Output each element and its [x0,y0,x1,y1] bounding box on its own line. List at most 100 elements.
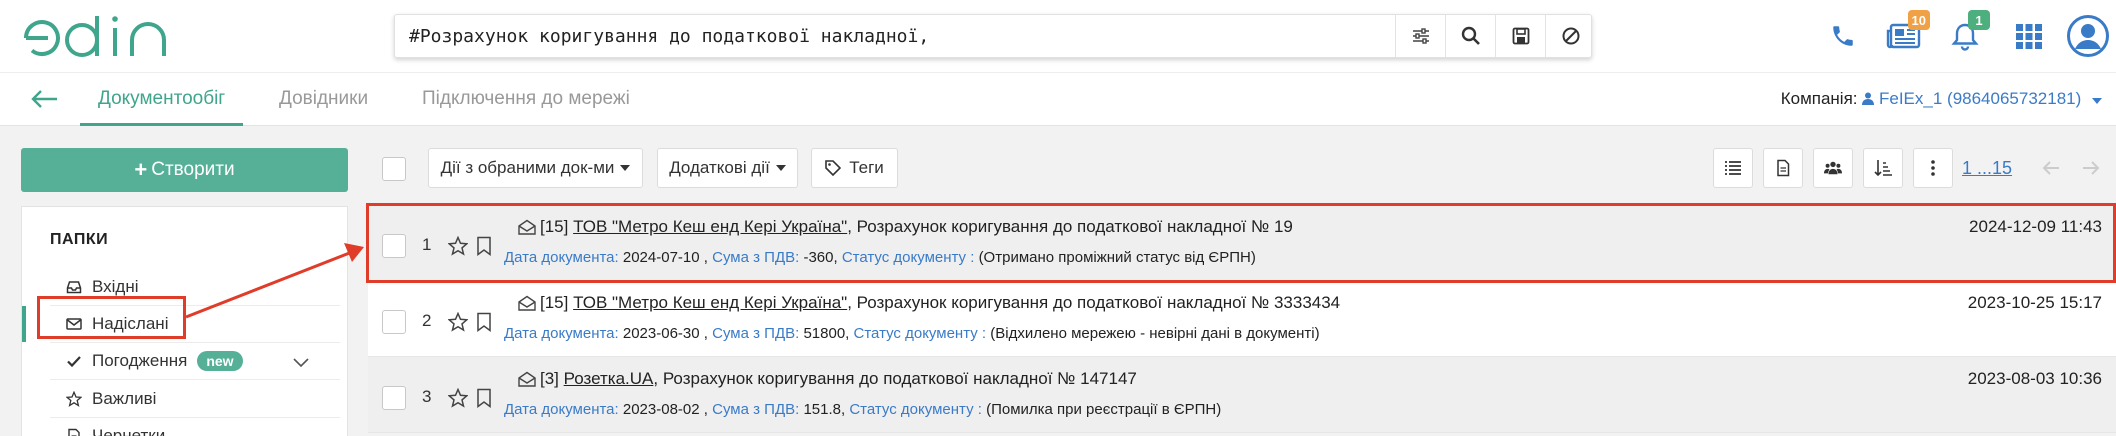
caret-down-icon [620,165,631,171]
bookmark-icon[interactable] [476,312,492,332]
sort-button[interactable] [1863,148,1903,188]
grid-icon [2016,24,2042,49]
folder-inbox[interactable]: Вхідні [22,269,347,305]
folder-label: Вхідні [92,277,139,296]
status-label: Статус документу : [853,325,987,342]
next-page-button[interactable] [2071,148,2111,188]
create-button[interactable]: + Створити [21,148,348,192]
table-row[interactable]: 1 [15] ТОВ "Метро Кеш енд Кері Україна",… [368,205,2116,281]
apps-button[interactable] [2012,14,2046,58]
star-icon[interactable] [448,312,468,332]
document-view-button[interactable] [1763,148,1803,188]
folders-title: ПАПКИ [50,231,109,248]
user-menu-button[interactable] [2066,14,2110,58]
list-view-button[interactable] [1713,148,1753,188]
document-icon [1777,159,1790,177]
prev-page-button[interactable] [2031,148,2071,188]
tags-button[interactable]: Теги [811,148,898,188]
star-icon [66,391,82,407]
save-icon [1512,27,1529,45]
company-value: FeIEx_1 (9864065732181) [1879,89,2082,108]
clear-search-button[interactable] [1545,15,1595,57]
search-input[interactable] [409,15,1389,57]
row-checkbox[interactable] [382,386,406,410]
status-label: Статус документу : [841,249,975,266]
caret-down-icon [775,165,786,171]
row-checkbox[interactable] [382,310,406,334]
bookmark-icon[interactable] [476,388,492,408]
folder-drafts[interactable]: Чернетки [22,418,347,436]
counterparty-link[interactable]: ТОВ "Метро Кеш енд Кері Україна" [573,217,847,236]
date-value: 2024-07-10 , [622,249,708,266]
sum-label: Сума з ПДВ: [712,249,800,266]
search-button[interactable] [1445,15,1495,57]
sum-value: -360, [803,249,838,266]
row-checkbox[interactable] [382,234,406,258]
folder-important[interactable]: Важливі [22,381,347,417]
news-button[interactable]: 10 [1886,10,1930,58]
chevron-down-icon[interactable] [293,354,309,370]
select-all-checkbox[interactable] [382,157,406,181]
table-row[interactable]: 3 [3] Розетка.UA, Розрахунок коригування… [368,357,2116,433]
draft-icon [68,428,80,436]
news-count-badge: 10 [1907,10,1930,30]
group-view-button[interactable] [1813,148,1853,188]
row-number: 2 [422,311,432,330]
tags-label: Теги [849,158,884,177]
folder-sent[interactable]: Надіслані [22,306,347,342]
bulk-actions-dropdown[interactable]: Дії з обраними док-ми [428,148,643,188]
document-title[interactable]: [3] Розетка.UA, Розрахунок коригування д… [540,369,1137,389]
notifications-count-badge: 1 [1968,10,1990,30]
document-title[interactable]: [15] ТОВ "Метро Кеш енд Кері Україна", Р… [540,293,1340,313]
extra-actions-label: Додаткові дії [669,158,770,177]
date-label: Дата документа: [504,325,619,342]
document-count: [15] [540,293,569,312]
list-icon [1725,161,1741,175]
row-timestamp: 2024-12-09 11:43 [1969,217,2102,236]
bookmark-icon[interactable] [476,236,492,256]
sum-value: 51800, [803,325,850,342]
more-options-button[interactable] [1913,148,1953,188]
document-meta: Дата документа: 2024-07-10 , Сума з ПДВ:… [504,249,1256,266]
create-button-label: Створити [151,159,235,180]
tab-document-flow[interactable]: Документообіг [80,73,244,126]
company-dropdown[interactable]: FeIEx_1 (9864065732181) [1862,89,2102,108]
save-search-button[interactable] [1495,15,1545,57]
more-vertical-icon [1931,160,1935,176]
back-arrow-icon[interactable] [30,87,60,111]
document-title[interactable]: [15] ТОВ "Метро Кеш енд Кері Україна", Р… [540,217,1293,237]
pagination-indicator[interactable]: 1 ...15 [1962,148,2012,188]
user-small-icon [1862,92,1875,105]
sort-icon [1874,160,1892,177]
date-label: Дата документа: [504,401,619,418]
check-icon [67,356,81,368]
document-type: , Розрахунок коригування до податкової н… [653,369,1137,388]
edin-logo[interactable] [22,14,182,60]
bulk-actions-label: Дії з обраними док-ми [440,158,615,177]
new-badge: new [197,351,243,371]
star-icon[interactable] [448,236,468,256]
status-label: Статус документу : [849,401,982,418]
star-icon[interactable] [448,388,468,408]
arrow-right-icon [2083,161,2100,175]
phone-button[interactable] [1826,14,1860,58]
counterparty-link[interactable]: ТОВ "Метро Кеш енд Кері Україна" [573,293,847,312]
notifications-button[interactable]: 1 [1948,10,1990,58]
clear-icon [1562,27,1579,45]
users-group-icon [1824,161,1842,175]
filter-button[interactable] [1395,15,1445,57]
table-row[interactable]: 2 [15] ТОВ "Метро Кеш енд Кері Україна",… [368,281,2116,357]
folder-approval[interactable]: Погодження new [22,343,347,379]
tab-network-connection[interactable]: Підключення до мережі [422,73,630,126]
document-type: , Розрахунок коригування до податкової н… [847,217,1293,236]
search-icon [1461,26,1480,45]
document-count: [15] [540,217,569,236]
date-value: 2023-08-02 , [622,401,708,418]
date-label: Дата документа: [504,249,619,266]
folder-label: Чернетки [92,426,166,436]
extra-actions-dropdown[interactable]: Додаткові дії [657,148,798,188]
tab-directories[interactable]: Довідники [279,73,368,126]
counterparty-link[interactable]: Розетка.UA [564,369,654,388]
envelope-open-icon [518,219,536,235]
folder-label: Важливі [92,389,157,408]
